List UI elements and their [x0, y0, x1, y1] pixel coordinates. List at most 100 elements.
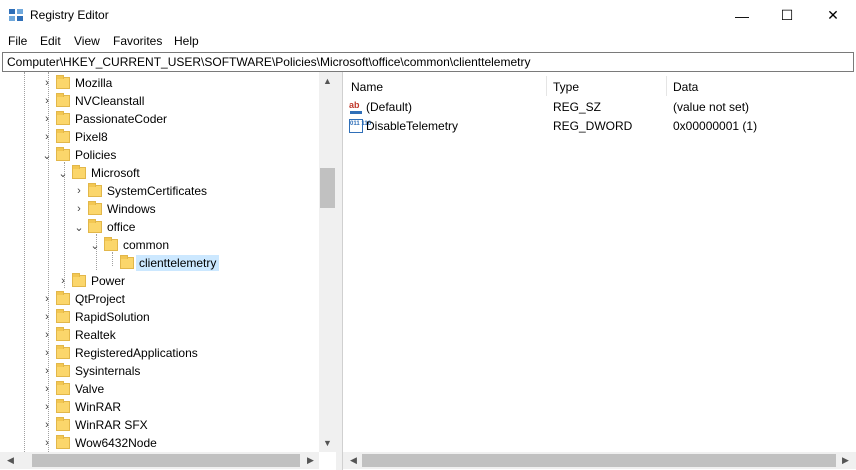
tree-node-realtek[interactable]: › Realtek [40, 326, 119, 344]
chevron-down-icon[interactable]: ⌄ [40, 146, 54, 164]
menu-help[interactable]: Help [174, 34, 199, 48]
tree-node-common[interactable]: ⌄ common [88, 236, 172, 254]
tree-node-valve[interactable]: › Valve [40, 380, 107, 398]
tree-node-clienttelemetry[interactable]: clienttelemetry [104, 254, 220, 272]
key-tree: › Mozilla › NVCleanstall › PassionateCoder › Pi… [0, 72, 336, 470]
tree-node-label: clienttelemetry [136, 255, 220, 271]
chevron-right-icon[interactable]: › [40, 110, 54, 128]
tree-node-label: NVCleanstall [75, 94, 145, 108]
chevron-right-icon[interactable]: › [56, 272, 70, 290]
tree-node-label: Sysinternals [75, 364, 141, 378]
tree-node-passionatecoder[interactable]: › PassionateCoder [40, 110, 170, 128]
tree-node-rapidsolution[interactable]: › RapidSolution [40, 308, 153, 326]
tree-vertical-scrollbar[interactable] [319, 72, 336, 452]
menu-file[interactable]: File [8, 34, 27, 48]
values-list: Name Type Data ab (Default) REG_SZ (valu… [342, 72, 856, 470]
folder-icon [88, 219, 102, 233]
chevron-down-icon[interactable]: ⌄ [88, 236, 102, 254]
tree-node-mozilla[interactable]: › Mozilla [40, 74, 115, 92]
menu-bar: File Edit View Favorites Help [0, 31, 856, 51]
string-value-icon: ab [349, 100, 363, 114]
maximize-button[interactable]: ☐ [764, 0, 810, 31]
scroll-left-icon[interactable]: ◀ [345, 452, 362, 469]
tree-node-wow6432node[interactable]: › Wow6432Node [40, 434, 160, 452]
folder-icon [56, 291, 70, 305]
values-horizontal-scroll-thumb[interactable] [362, 454, 836, 467]
scroll-left-icon[interactable]: ◀ [2, 452, 19, 469]
scroll-right-icon[interactable]: ▶ [837, 452, 854, 469]
column-separator[interactable] [546, 76, 547, 96]
tree-node-office[interactable]: ⌄ office [72, 218, 138, 236]
maximize-icon: ☐ [780, 7, 794, 23]
tree-node-policies[interactable]: ⌄ Policies [40, 146, 119, 164]
column-header-type[interactable]: Type [553, 80, 579, 94]
value-type: REG_DWORD [553, 119, 633, 133]
chevron-right-icon[interactable]: › [72, 182, 86, 200]
tree-node-sysinternals[interactable]: › Sysinternals [40, 362, 143, 380]
folder-icon [56, 93, 70, 107]
minimize-button[interactable]: — [719, 0, 765, 31]
value-row-disabletelemetry[interactable]: 011 110 DisableTelemetry [349, 117, 458, 135]
chevron-right-icon[interactable]: › [72, 200, 86, 218]
tree-node-label: Pixel8 [75, 130, 108, 144]
close-button[interactable]: ✕ [810, 0, 856, 31]
chevron-right-icon[interactable]: › [40, 398, 54, 416]
chevron-right-icon[interactable]: › [40, 344, 54, 362]
chevron-right-icon[interactable]: › [40, 380, 54, 398]
folder-icon [88, 201, 102, 215]
folder-icon [56, 417, 70, 431]
folder-icon [88, 183, 102, 197]
chevron-right-icon[interactable]: › [40, 74, 54, 92]
menu-edit[interactable]: Edit [40, 34, 61, 48]
tree-node-winrar[interactable]: › WinRAR [40, 398, 124, 416]
tree-node-registeredapplications[interactable]: › RegisteredApplications [40, 344, 201, 362]
chevron-right-icon[interactable]: › [40, 92, 54, 110]
tree-node-label: Windows [107, 202, 156, 216]
tree-node-label: RapidSolution [75, 310, 150, 324]
tree-vertical-scroll-thumb[interactable] [320, 168, 335, 208]
column-header-name[interactable]: Name [351, 80, 383, 94]
folder-icon [56, 399, 70, 413]
scroll-up-icon[interactable]: ▲ [319, 72, 336, 89]
tree-guide-line [24, 72, 25, 452]
chevron-down-icon[interactable]: ⌄ [56, 164, 70, 182]
tree-node-label: Policies [75, 148, 117, 162]
close-icon: ✕ [827, 7, 839, 23]
address-bar[interactable]: Computer\HKEY_CURRENT_USER\SOFTWARE\Poli… [2, 52, 854, 72]
tree-node-power[interactable]: › Power [56, 272, 128, 290]
tree-node-microsoft[interactable]: ⌄ Microsoft [56, 164, 143, 182]
folder-icon [56, 129, 70, 143]
tree-node-systemcertificates[interactable]: › SystemCertificates [72, 182, 210, 200]
chevron-right-icon[interactable]: › [40, 434, 54, 452]
chevron-right-icon[interactable]: › [40, 362, 54, 380]
chevron-right-icon[interactable]: › [40, 416, 54, 434]
tree-node-winrar-sfx[interactable]: › WinRAR SFX [40, 416, 151, 434]
menu-favorites[interactable]: Favorites [113, 34, 162, 48]
tree-horizontal-scroll-thumb[interactable] [32, 454, 300, 467]
scroll-right-icon[interactable]: ▶ [302, 452, 319, 469]
tree-node-pixel8[interactable]: › Pixel8 [40, 128, 111, 146]
tree-node-windows[interactable]: › Windows [72, 200, 159, 218]
chevron-right-icon[interactable]: › [40, 308, 54, 326]
tree-node-label: SystemCertificates [107, 184, 208, 198]
folder-icon [72, 273, 86, 287]
tree-node-label: RegisteredApplications [75, 346, 198, 360]
tree-node-label: Mozilla [75, 76, 113, 90]
column-header-data[interactable]: Data [673, 80, 698, 94]
tree-node-nvcleanstall[interactable]: › NVCleanstall [40, 92, 147, 110]
value-name: DisableTelemetry [366, 119, 459, 133]
tree-node-qtproject[interactable]: › QtProject [40, 290, 128, 308]
chevron-right-icon[interactable]: › [40, 128, 54, 146]
binary-value-icon: 011 110 [349, 119, 371, 133]
tree-node-label: QtProject [75, 292, 126, 306]
window-title: Registry Editor [30, 8, 109, 22]
column-separator[interactable] [666, 76, 667, 96]
menu-view[interactable]: View [74, 34, 100, 48]
folder-icon [56, 75, 70, 89]
chevron-right-icon[interactable]: › [40, 326, 54, 344]
chevron-right-icon[interactable]: › [40, 290, 54, 308]
chevron-down-icon[interactable]: ⌄ [72, 218, 86, 236]
scroll-down-icon[interactable]: ▼ [319, 434, 336, 451]
value-row-default[interactable]: ab (Default) [349, 98, 412, 116]
